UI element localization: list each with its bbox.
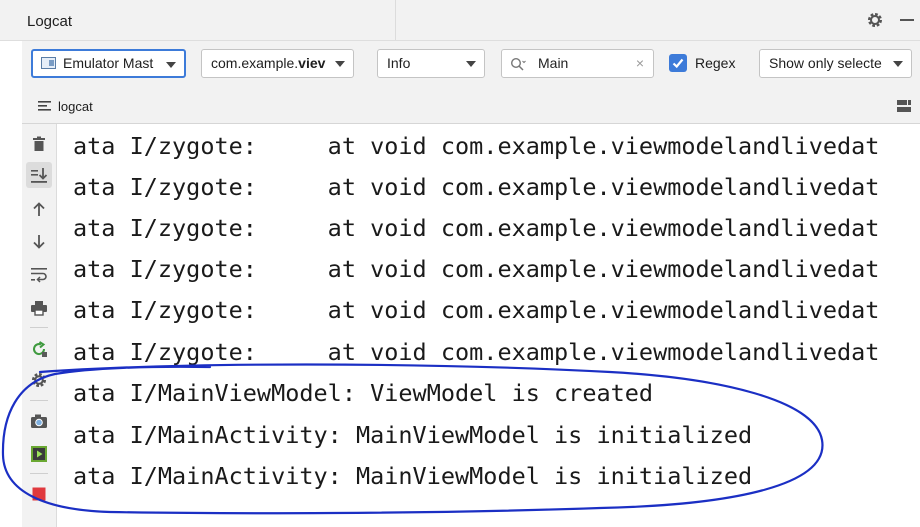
log-line: ata I/MainActivity: MainViewModel is ini… <box>73 421 753 449</box>
tab-bar: logcat <box>22 89 920 124</box>
search-icon <box>510 57 526 71</box>
restart-button[interactable] <box>26 336 52 362</box>
lines-icon <box>38 101 51 111</box>
logcat-side-toolbar <box>22 124 57 527</box>
app-value-bold: viev <box>298 55 326 71</box>
filter-scope-value: Show only selecte <box>769 55 882 71</box>
title-separator <box>395 0 396 40</box>
down-the-stack-button[interactable] <box>26 229 52 255</box>
regex-checkbox[interactable] <box>669 54 687 72</box>
camera-icon <box>31 414 47 428</box>
screen-capture-button[interactable] <box>26 408 52 434</box>
gear-icon[interactable] <box>866 11 884 29</box>
checkmark-icon <box>672 58 684 69</box>
tab-logcat[interactable]: logcat <box>26 89 102 122</box>
printer-icon <box>31 301 47 316</box>
clear-search-icon[interactable]: × <box>636 50 644 77</box>
app-dropdown[interactable]: com.example.viev <box>201 49 354 78</box>
tab-logcat-label: logcat <box>58 99 93 114</box>
regex-label: Regex <box>695 55 736 71</box>
record-icon <box>31 446 47 462</box>
wrap-icon <box>31 268 47 283</box>
log-line: ata I/zygote: at void com.example.viewmo… <box>73 214 880 242</box>
chevron-down-icon <box>335 61 345 67</box>
arrow-up-icon <box>33 202 45 216</box>
stop-icon <box>32 487 46 501</box>
log-line: ata I/zygote: at void com.example.viewmo… <box>73 255 880 283</box>
filter-scope-dropdown[interactable]: Show only selecte <box>759 49 912 78</box>
terminate-button[interactable] <box>26 481 52 507</box>
sidebar-divider <box>30 327 48 328</box>
log-line: ata I/zygote: at void com.example.viewmo… <box>73 338 880 366</box>
chevron-down-icon <box>893 61 903 67</box>
sidebar-divider <box>30 473 48 474</box>
filter-toolbar: Emulator Mast com.example.viev Info Main… <box>22 41 920 89</box>
layout-options-icon[interactable] <box>896 99 912 115</box>
scroll-end-icon <box>31 168 48 183</box>
log-line: ata I/MainActivity: MainViewModel is ini… <box>73 462 753 490</box>
print-button[interactable] <box>26 295 52 321</box>
chevron-down-icon <box>166 62 176 68</box>
device-dropdown[interactable]: Emulator Mast <box>31 49 186 78</box>
screen-record-button[interactable] <box>26 441 52 467</box>
soft-wraps-button[interactable] <box>26 261 52 287</box>
title-bar: Logcat <box>0 0 920 41</box>
restart-icon <box>33 341 47 357</box>
chevron-down-icon <box>466 61 476 67</box>
log-line: ata I/zygote: at void com.example.viewmo… <box>73 296 880 324</box>
gear-icon <box>32 373 46 387</box>
logcat-settings-button[interactable] <box>26 367 52 393</box>
log-line: ata I/zygote: at void com.example.viewmo… <box>73 132 880 160</box>
clear-logcat-button[interactable] <box>26 131 52 157</box>
log-line: ata I/zygote: at void com.example.viewmo… <box>73 173 880 201</box>
log-output[interactable]: ata I/zygote: at void com.example.viewmo… <box>57 124 920 527</box>
arrow-down-icon <box>33 235 45 249</box>
log-line: ata I/MainViewModel: ViewModel is create… <box>73 379 654 407</box>
app-value-prefix: com.example. <box>211 55 299 71</box>
sidebar-divider <box>30 400 48 401</box>
device-icon <box>41 57 56 69</box>
search-value: Main <box>538 55 569 71</box>
log-level-value: Info <box>387 55 411 71</box>
up-the-stack-button[interactable] <box>26 196 52 222</box>
trash-icon <box>33 136 45 151</box>
search-input[interactable]: Main × <box>501 49 654 78</box>
log-level-dropdown[interactable]: Info <box>377 49 485 78</box>
scroll-to-end-button[interactable] <box>26 162 52 188</box>
app-value: com.example.viev <box>211 50 325 77</box>
device-value: Emulator Mast <box>63 55 154 71</box>
panel-title: Logcat <box>27 13 73 30</box>
minimize-icon[interactable] <box>900 19 914 21</box>
